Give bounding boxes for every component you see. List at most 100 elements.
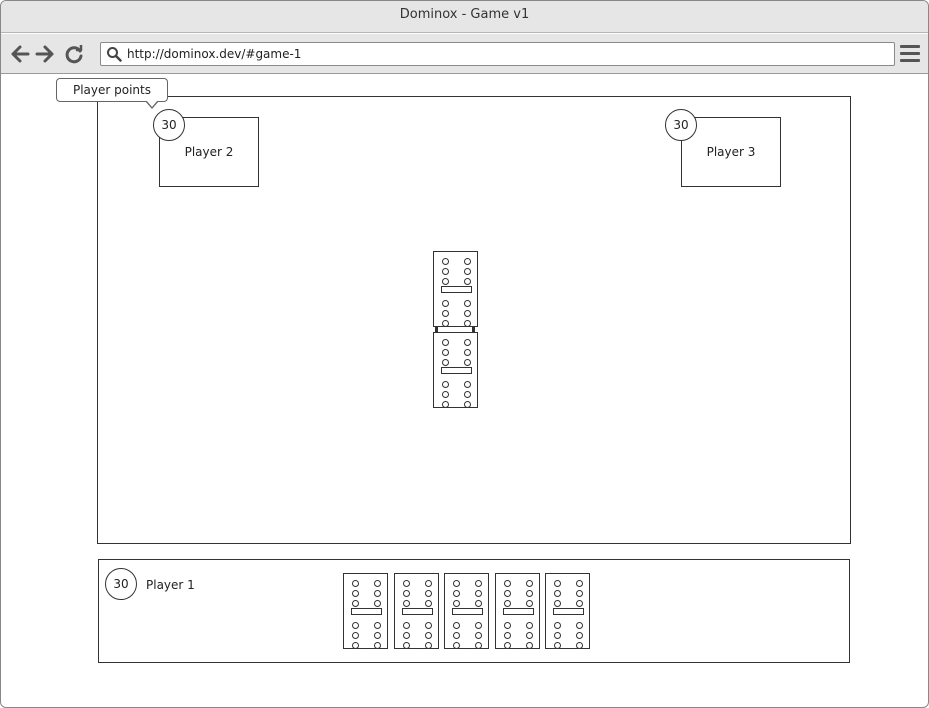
- domino-pip: [504, 590, 511, 597]
- domino-pip: [475, 642, 482, 649]
- domino-pip: [352, 580, 359, 587]
- domino-pip: [442, 381, 449, 388]
- domino-pip: [352, 622, 359, 629]
- domino-pip: [464, 278, 471, 285]
- domino-pip: [425, 580, 432, 587]
- domino-pip: [576, 642, 583, 649]
- domino-pip: [374, 642, 381, 649]
- domino-pip: [576, 600, 583, 607]
- domino-pip: [425, 622, 432, 629]
- domino-pip: [352, 642, 359, 649]
- current-player-name: Player 1: [146, 578, 195, 592]
- domino-pip: [374, 622, 381, 629]
- domino-pip: [526, 622, 533, 629]
- search-icon: [106, 46, 122, 62]
- domino-pip: [403, 590, 410, 597]
- domino-pip: [464, 401, 471, 408]
- domino-pip: [403, 642, 410, 649]
- domino-pip: [374, 580, 381, 587]
- domino-pip: [464, 300, 471, 307]
- tooltip-tail-inner: [146, 100, 158, 107]
- domino-pip: [464, 349, 471, 356]
- domino-pip: [442, 278, 449, 285]
- domino-pip: [442, 391, 449, 398]
- domino-pip: [403, 622, 410, 629]
- domino-pip: [504, 622, 511, 629]
- domino-pip: [526, 642, 533, 649]
- domino-pip: [526, 580, 533, 587]
- domino-pip: [464, 320, 471, 327]
- domino-pip: [576, 632, 583, 639]
- board-domino: [433, 251, 478, 327]
- domino-pip: [352, 632, 359, 639]
- domino-pip: [464, 339, 471, 346]
- hand-domino[interactable]: [495, 573, 540, 649]
- domino-pip: [442, 258, 449, 265]
- player-3-points: 30: [665, 109, 697, 141]
- forward-arrow-icon[interactable]: [34, 43, 56, 65]
- domino-divider: [441, 367, 472, 374]
- tile-connector: [435, 327, 475, 332]
- domino-pip: [453, 622, 460, 629]
- domino-pip: [453, 600, 460, 607]
- domino-pip: [504, 632, 511, 639]
- domino-pip: [554, 622, 561, 629]
- domino-pip: [453, 642, 460, 649]
- domino-pip: [403, 580, 410, 587]
- domino-pip: [554, 600, 561, 607]
- domino-pip: [504, 600, 511, 607]
- domino-pip: [464, 258, 471, 265]
- domino-pip: [464, 391, 471, 398]
- domino-divider: [441, 286, 472, 293]
- domino-pip: [576, 622, 583, 629]
- hand-domino[interactable]: [394, 573, 439, 649]
- domino-pip: [442, 339, 449, 346]
- domino-pip: [504, 580, 511, 587]
- domino-pip: [352, 600, 359, 607]
- domino-pip: [504, 642, 511, 649]
- hand-domino[interactable]: [545, 573, 590, 649]
- domino-pip: [374, 632, 381, 639]
- browser-toolbar: http://dominox.dev/#game-1: [1, 34, 928, 74]
- player-1-points: 30: [105, 568, 137, 600]
- domino-divider: [452, 608, 483, 615]
- player-points-tooltip: Player points: [56, 78, 168, 109]
- hand-domino[interactable]: [444, 573, 489, 649]
- domino-pip: [374, 590, 381, 597]
- domino-pip: [554, 642, 561, 649]
- address-bar[interactable]: http://dominox.dev/#game-1: [100, 42, 895, 66]
- back-arrow-icon[interactable]: [9, 43, 31, 65]
- domino-pip: [464, 381, 471, 388]
- domino-pip: [442, 359, 449, 366]
- domino-pip: [442, 300, 449, 307]
- domino-pip: [526, 600, 533, 607]
- domino-divider: [553, 608, 584, 615]
- domino-pip: [453, 590, 460, 597]
- player-2-points: 30: [153, 109, 185, 141]
- domino-pip: [425, 632, 432, 639]
- domino-pip: [475, 590, 482, 597]
- reload-icon[interactable]: [63, 43, 85, 65]
- domino-pip: [554, 580, 561, 587]
- domino-pip: [576, 580, 583, 587]
- domino-pip: [442, 320, 449, 327]
- domino-pip: [526, 590, 533, 597]
- window-title: Dominox - Game v1: [1, 1, 928, 33]
- domino-pip: [425, 600, 432, 607]
- board-domino: [433, 332, 478, 408]
- domino-pip: [425, 642, 432, 649]
- domino-pip: [475, 600, 482, 607]
- domino-pip: [554, 632, 561, 639]
- domino-divider: [351, 608, 382, 615]
- domino-pip: [352, 590, 359, 597]
- domino-pip: [442, 310, 449, 317]
- domino-pip: [374, 600, 381, 607]
- hand-domino[interactable]: [343, 573, 388, 649]
- domino-pip: [464, 268, 471, 275]
- domino-divider: [402, 608, 433, 615]
- domino-pip: [464, 310, 471, 317]
- domino-pip: [464, 359, 471, 366]
- domino-pip: [453, 580, 460, 587]
- hamburger-menu-icon[interactable]: [900, 45, 920, 63]
- domino-pip: [403, 632, 410, 639]
